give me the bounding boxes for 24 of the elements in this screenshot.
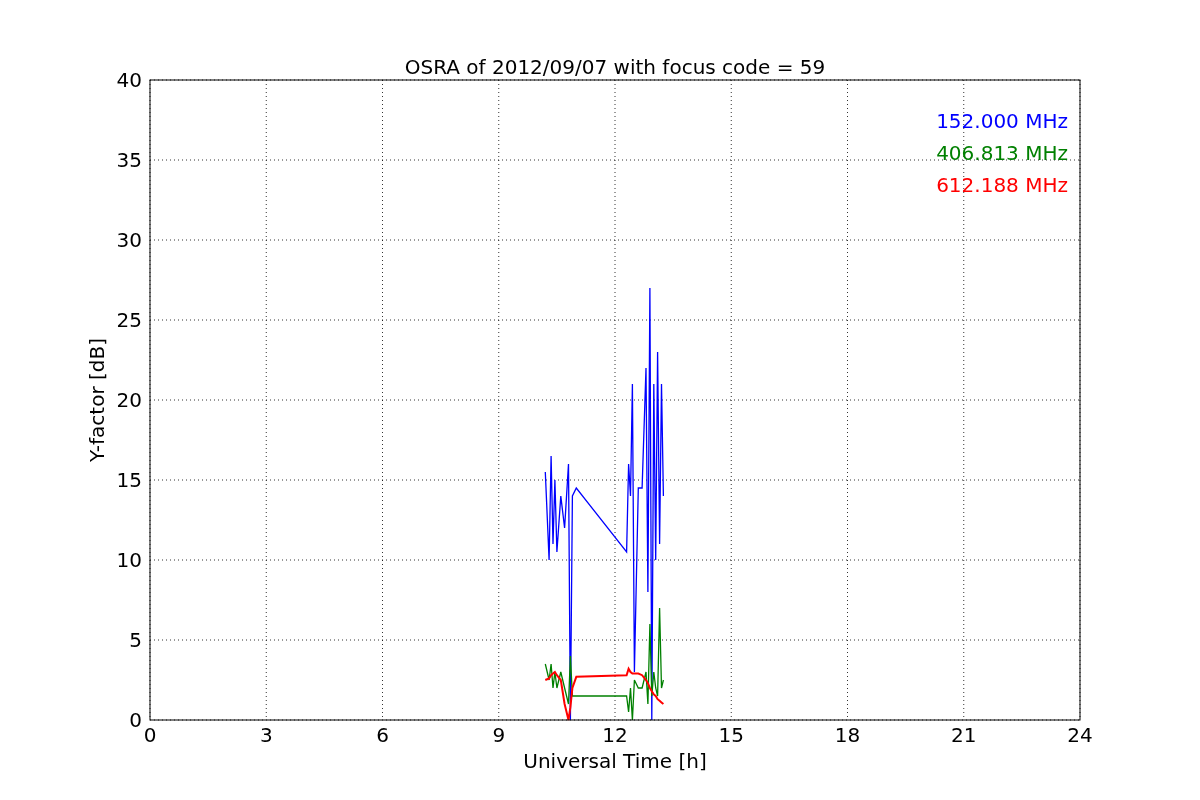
x-tick-label: 0 [143, 723, 157, 747]
legend-label: 152.000 MHz [936, 109, 1068, 133]
y-tick-label: 35 [116, 148, 142, 172]
x-tick-label: 15 [718, 723, 744, 747]
x-tick-label: 6 [376, 723, 389, 747]
y-tick-label: 15 [116, 468, 142, 492]
y-tick-label: 10 [116, 548, 142, 572]
y-tick-label: 25 [116, 308, 142, 332]
legend-label: 406.813 MHz [936, 141, 1068, 165]
y-axis-label: Y-factor [dB] [85, 338, 109, 462]
x-tick-label: 24 [1067, 723, 1093, 747]
y-tick-label: 40 [116, 68, 142, 92]
y-tick-label: 0 [129, 708, 142, 732]
y-tick-label: 20 [116, 388, 142, 412]
y-tick-label: 5 [129, 628, 142, 652]
x-tick-label: 21 [951, 723, 977, 747]
x-axis-label: Universal Time [h] [523, 749, 707, 773]
x-tick-label: 3 [259, 723, 273, 747]
y-tick-label: 30 [116, 228, 142, 252]
chart-title: OSRA of 2012/09/07 with focus code = 59 [404, 55, 826, 79]
x-tick-label: 9 [492, 723, 506, 747]
legend-label: 612.188 MHz [936, 173, 1068, 197]
x-tick-label: 18 [834, 723, 861, 747]
x-tick-label: 12 [602, 723, 628, 747]
